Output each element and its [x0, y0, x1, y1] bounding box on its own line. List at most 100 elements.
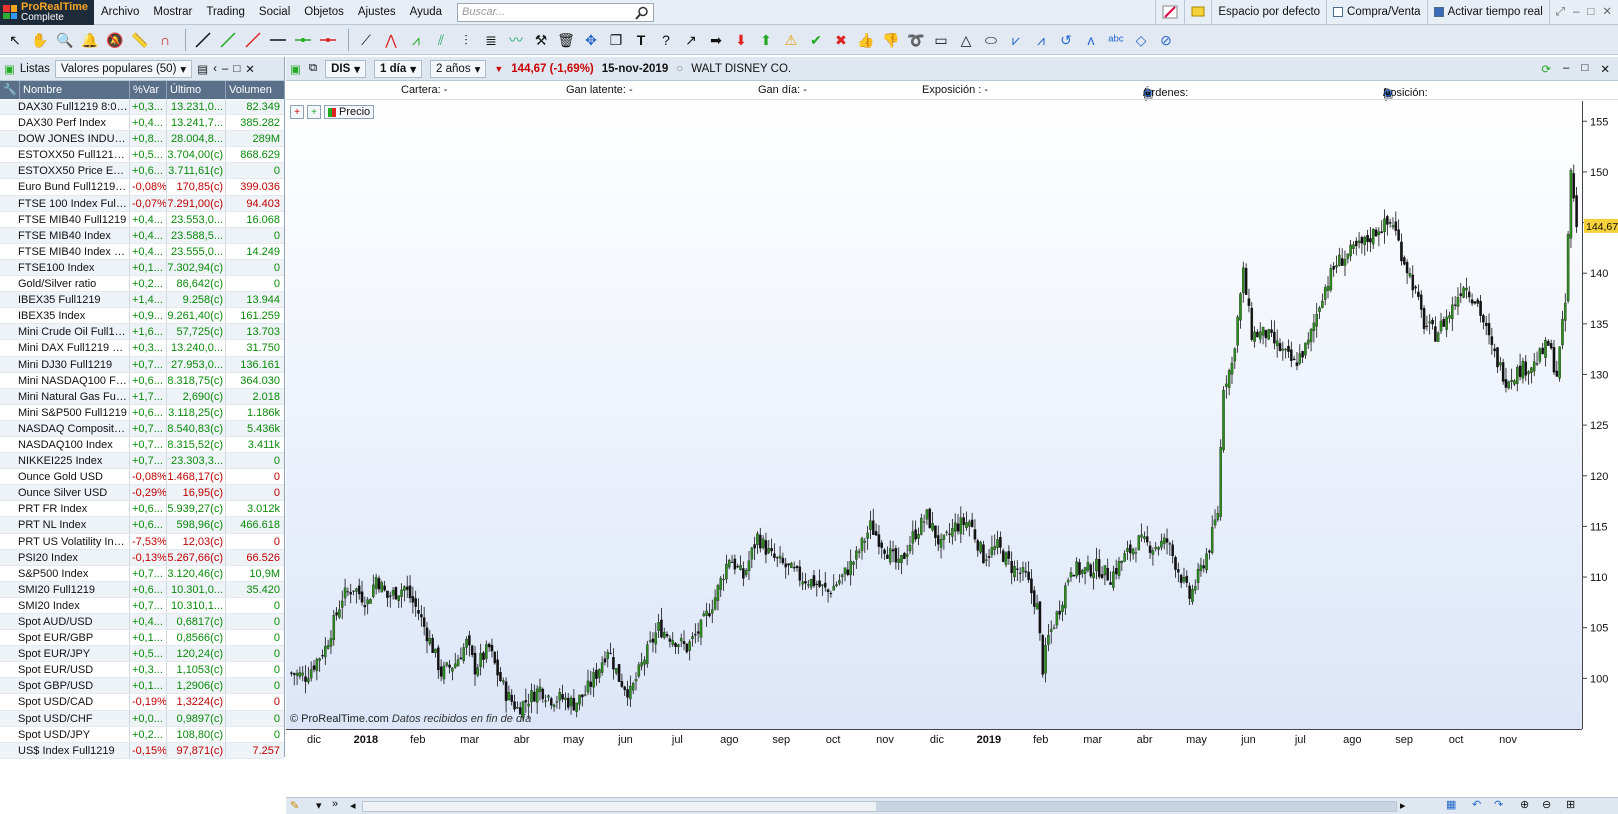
ellipse-icon[interactable]: ⬭	[980, 29, 1002, 51]
table-row[interactable]: Mini DJ30 Full1219 +0,7... 27.953,0... 136.…	[0, 356, 284, 373]
chevron-down-icon[interactable]: ▾	[316, 799, 322, 812]
realtime-toggle[interactable]: Activar tiempo real	[1426, 0, 1549, 25]
trash-icon[interactable]: 🗑	[555, 29, 577, 51]
table-row[interactable]: Gold/Silver ratio +0,2... 86,642(c) 0	[0, 276, 284, 293]
list-settings-icon[interactable]: ▤	[197, 62, 208, 76]
pattern-abc-icon[interactable]: ᵃᵇᶜ	[1105, 29, 1127, 51]
menu-trading[interactable]: Trading	[199, 0, 252, 25]
zoom-out-icon[interactable]: ⊖	[1542, 798, 1551, 811]
elliott-wave-icon[interactable]: ʌ	[1080, 29, 1102, 51]
no-draw-icon[interactable]: ⊘	[1155, 29, 1177, 51]
table-row[interactable]: Spot AUD/USD +0,4... 0,6817(c) 0	[0, 614, 284, 631]
diamond-icon[interactable]: ◇	[1130, 29, 1152, 51]
timeframe-selector[interactable]: 1 día ▾	[374, 59, 423, 78]
channel-icon[interactable]: ⋀	[380, 29, 402, 51]
cursor-icon[interactable]: ↖	[4, 29, 26, 51]
table-row[interactable]: Euro Bund Full1219 8... -0,08% 170,85(c) 39…	[0, 179, 284, 196]
fit-icon[interactable]: ⊞	[1566, 798, 1575, 811]
alert-clear-icon[interactable]: 🔕	[104, 29, 126, 51]
table-row[interactable]: NIKKEI225 Index +0,7... 23.303,3... 0	[0, 453, 284, 470]
table-row[interactable]: Ounce Gold USD -0,08% 1.468,17(c) 0	[0, 469, 284, 486]
wrench-icon[interactable]: 🔧	[0, 81, 20, 99]
menu-objetos[interactable]: Objetos	[297, 0, 351, 25]
horizontal-green-line-icon[interactable]	[292, 29, 314, 51]
ordenes-settings-icon[interactable]: ⚙	[1143, 87, 1153, 100]
add-indicator-icon[interactable]: +	[290, 105, 304, 119]
col-volume-header[interactable]: Volumen	[226, 81, 283, 99]
minimize-window-icon[interactable]: –	[1573, 0, 1579, 25]
table-row[interactable]: Mini S&P500 Full1219 +0,6... 3.118,25(c) 1.…	[0, 404, 284, 421]
text-tool-icon[interactable]: T	[630, 29, 652, 51]
line-tool-icon[interactable]	[192, 29, 214, 51]
col-last-header[interactable]: Último	[167, 81, 226, 99]
table-row[interactable]: IBEX35 Full1219 +1,4... 9.258(c) 13.944	[0, 292, 284, 309]
horizontal-scrollbar[interactable]	[362, 801, 1397, 812]
table-row[interactable]: SMI20 Full1219 +0,6... 10.301,0... 35.420	[0, 581, 284, 598]
down-arrow-icon[interactable]: ⬇	[730, 29, 752, 51]
alert-bell-icon[interactable]: 🔔	[79, 29, 101, 51]
horizontal-line-icon[interactable]	[267, 29, 289, 51]
search-input[interactable]: Buscar...	[457, 2, 655, 22]
table-row[interactable]: Spot USD/JPY +0,2... 108,80(c) 0	[0, 726, 284, 743]
buysell-toggle[interactable]: Compra/Venta	[1326, 0, 1427, 25]
menu-mostrar[interactable]: Mostrar	[146, 0, 199, 25]
chart-maximize-icon[interactable]: □	[1581, 62, 1588, 76]
table-row[interactable]: US$ Index Full1219 -0,15% 97,871(c) 7.257	[0, 742, 284, 759]
price-axis[interactable]: 100105110115120125130135140145150155144,…	[1582, 101, 1618, 729]
price-series-label[interactable]: Precio	[324, 105, 375, 119]
posicion-settings-icon[interactable]: ⚙	[1383, 87, 1393, 100]
col-name-header[interactable]: Nombre	[20, 81, 130, 99]
list-back-icon[interactable]: ‹	[213, 63, 217, 75]
table-row[interactable]: PRT FR Index +0,6... 5.939,27(c) 3.012k	[0, 501, 284, 518]
table-row[interactable]: FTSE MIB40 Index +0,4... 23.588,5... 0	[0, 227, 284, 244]
trend-line-icon[interactable]: ⟋	[355, 29, 377, 51]
menu-ajustes[interactable]: Ajustes	[351, 0, 403, 25]
fibonacci-retracement-icon[interactable]: ≣	[480, 29, 502, 51]
check-icon[interactable]: ✔	[805, 29, 827, 51]
zoom-in-icon[interactable]: ⊕	[1520, 798, 1529, 811]
triangle-icon[interactable]: △	[955, 29, 977, 51]
thumbs-down-icon[interactable]: 👎	[880, 29, 902, 51]
table-row[interactable]: S&P500 Index +0,7... 3.120,46(c) 10,9M	[0, 565, 284, 582]
draw-tool-icon[interactable]: ✎	[290, 799, 299, 812]
table-row[interactable]: Ounce Silver USD -0,29% 16,95(c) 0	[0, 485, 284, 502]
table-row[interactable]: Spot GBP/USD +0,1... 1,2906(c) 0	[0, 678, 284, 695]
wave-icon[interactable]: 〰	[505, 29, 527, 51]
hand-icon[interactable]: ✋	[29, 29, 51, 51]
arrow-icon[interactable]: ↗	[680, 29, 702, 51]
tools-icon[interactable]: ⚒	[530, 29, 552, 51]
restore-window-icon[interactable]: ⤢	[1556, 0, 1565, 25]
pitchfork-icon[interactable]: ⫽	[430, 29, 452, 51]
wave-pattern-icon[interactable]: ⩗	[1005, 29, 1027, 51]
table-row[interactable]: NASDAQ100 Index +0,7... 8.315,52(c) 3.411k	[0, 436, 284, 454]
table-row[interactable]: SMI20 Index +0,7... 10.310,1... 0	[0, 597, 284, 614]
table-row[interactable]: DOW JONES INDUST... +0,8... 28.004,8... 289…	[0, 131, 284, 148]
panel-minimize-icon[interactable]: –	[222, 63, 228, 75]
panel-maximize-icon[interactable]: □	[233, 63, 240, 75]
table-row[interactable]: FTSE MIB40 Full1219 +0,4... 23.553,0... 16.…	[0, 211, 284, 228]
lasso-icon[interactable]: ➰	[905, 29, 927, 51]
expand-icon[interactable]: »	[332, 798, 338, 810]
up-arrow-icon[interactable]: ⬆	[755, 29, 777, 51]
list-selector[interactable]: Valores populares (50) ▾	[54, 59, 193, 78]
link-icon[interactable]: ⧉	[309, 62, 317, 75]
scroll-left-icon[interactable]: ◂	[350, 799, 356, 812]
copy-icon[interactable]: ❐	[605, 29, 627, 51]
scrollbar-thumb[interactable]	[876, 802, 1396, 811]
chart-close-icon[interactable]: ✕	[1600, 62, 1610, 76]
loop-icon[interactable]: ↺	[1055, 29, 1077, 51]
col-var-header[interactable]: %Var	[130, 81, 167, 99]
chart-minimize-icon[interactable]: –	[1563, 62, 1569, 76]
rectangle-icon[interactable]: ▭	[930, 29, 952, 51]
add-price-icon[interactable]: +	[307, 105, 321, 119]
table-row[interactable]: DAX30 Full1219 8:00... +0,3... 13.231,0...…	[0, 99, 284, 116]
table-row[interactable]: ESTOXX50 Price Eur ... +0,6... 3.711,61(c)…	[0, 163, 284, 180]
table-row[interactable]: Spot EUR/GBP +0,1... 0,8566(c) 0	[0, 630, 284, 647]
notes-icon[interactable]	[1184, 0, 1211, 25]
symbol-selector[interactable]: DIS ▾	[325, 59, 367, 78]
price-chart[interactable]: + + Precio © ProRealTime.com Datos recib…	[286, 101, 1582, 729]
pencil-tool-icon[interactable]	[1155, 0, 1184, 25]
table-row[interactable]: PSI20 Index -0,13% 5.267,66(c) 66.526	[0, 549, 284, 566]
menu-ayuda[interactable]: Ayuda	[403, 0, 449, 25]
table-row[interactable]: ESTOXX50 Full1219 ... +0,5... 3.704,00(c) 8…	[0, 147, 284, 164]
